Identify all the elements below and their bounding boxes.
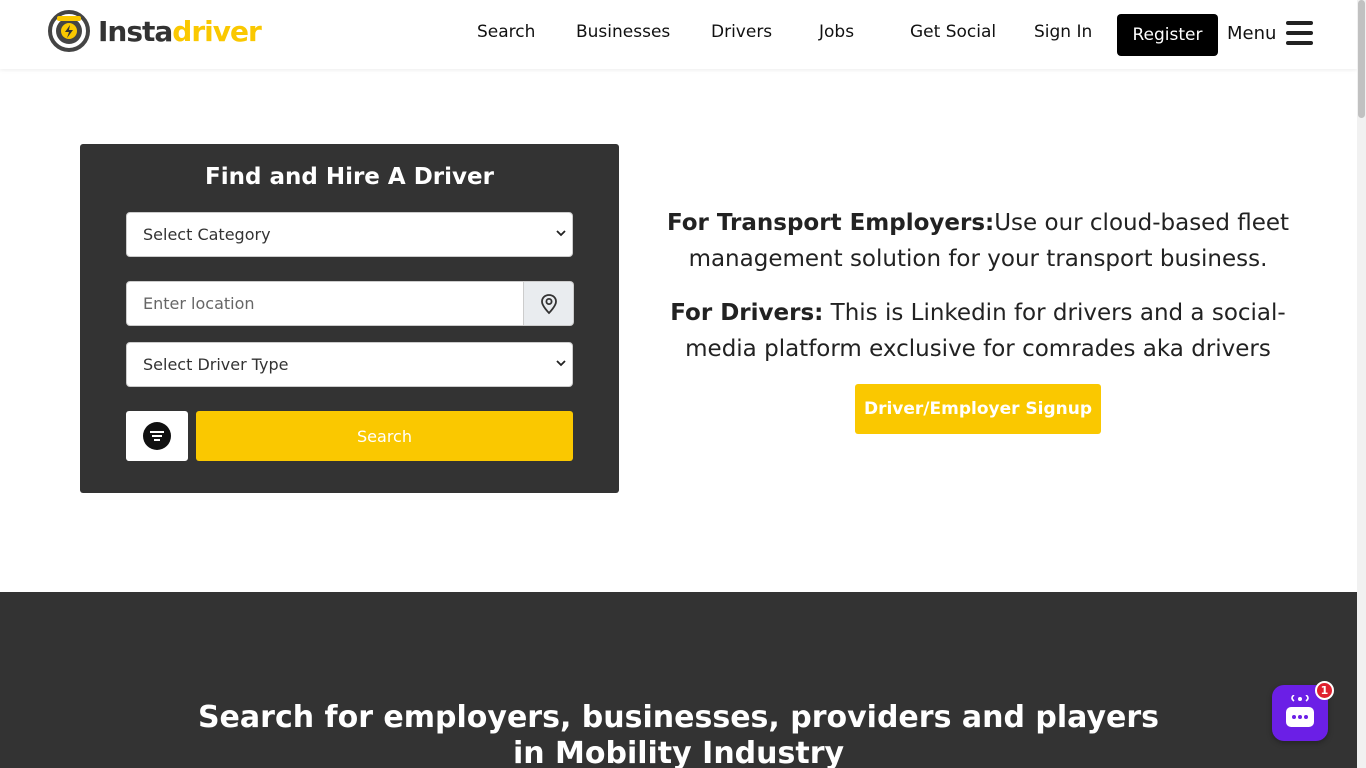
location-input[interactable] <box>126 281 524 326</box>
chat-notification-badge: 1 <box>1315 681 1334 700</box>
driver-type-select-value: Select Driver Type <box>143 355 289 374</box>
nav-sign-in[interactable]: Sign In <box>1034 22 1092 42</box>
filter-icon <box>143 422 171 450</box>
category-select-value: Select Category <box>143 225 271 244</box>
employers-label: For Transport Employers: <box>666 210 995 236</box>
nav-get-social[interactable]: Get Social <box>910 22 996 42</box>
menu-button[interactable]: Menu <box>1227 21 1314 45</box>
section-title-line2: in Mobility Industry <box>512 736 845 768</box>
main-nav: Search Businesses Drivers Jobs Get Socia… <box>0 0 1357 69</box>
driver-type-select[interactable]: Select Driver Type <box>126 342 573 387</box>
register-button[interactable]: Register <box>1117 14 1218 56</box>
panel-title: Find and Hire A Driver <box>205 164 494 190</box>
mobility-section: Search for employers, businesses, provid… <box>0 592 1357 768</box>
location-button[interactable] <box>524 281 574 326</box>
drivers-paragraph: For Drivers: This is Linkedin for driver… <box>660 295 1296 367</box>
section-title: Search for employers, businesses, provid… <box>0 700 1357 768</box>
nav-jobs[interactable]: Jobs <box>819 22 854 42</box>
employers-paragraph: For Transport Employers:Use our cloud-ba… <box>660 205 1296 277</box>
info-section: For Transport Employers:Use our cloud-ba… <box>660 205 1296 385</box>
drivers-label: For Drivers: <box>670 300 824 326</box>
nav-businesses[interactable]: Businesses <box>576 22 670 42</box>
section-title-line1: Search for employers, businesses, provid… <box>197 700 1160 735</box>
search-panel: Find and Hire A Driver Select Category S… <box>80 144 619 493</box>
chevron-down-icon <box>556 360 566 367</box>
menu-label: Menu <box>1227 22 1277 44</box>
filter-button[interactable] <box>126 411 188 461</box>
nav-search[interactable]: Search <box>477 22 535 42</box>
search-button[interactable]: Search <box>196 411 573 461</box>
scrollbar-thumb[interactable] <box>1358 0 1365 118</box>
map-pin-icon <box>540 293 557 314</box>
hamburger-icon <box>1286 21 1314 45</box>
chevron-down-icon <box>556 230 566 237</box>
nav-drivers[interactable]: Drivers <box>711 22 772 42</box>
category-select[interactable]: Select Category <box>126 212 573 257</box>
site-header: Instadriver Search Businesses Drivers Jo… <box>0 0 1357 69</box>
chat-icon <box>1286 695 1314 727</box>
page-scrollbar[interactable] <box>1357 0 1366 768</box>
signup-button[interactable]: Driver/Employer Signup <box>855 384 1101 434</box>
